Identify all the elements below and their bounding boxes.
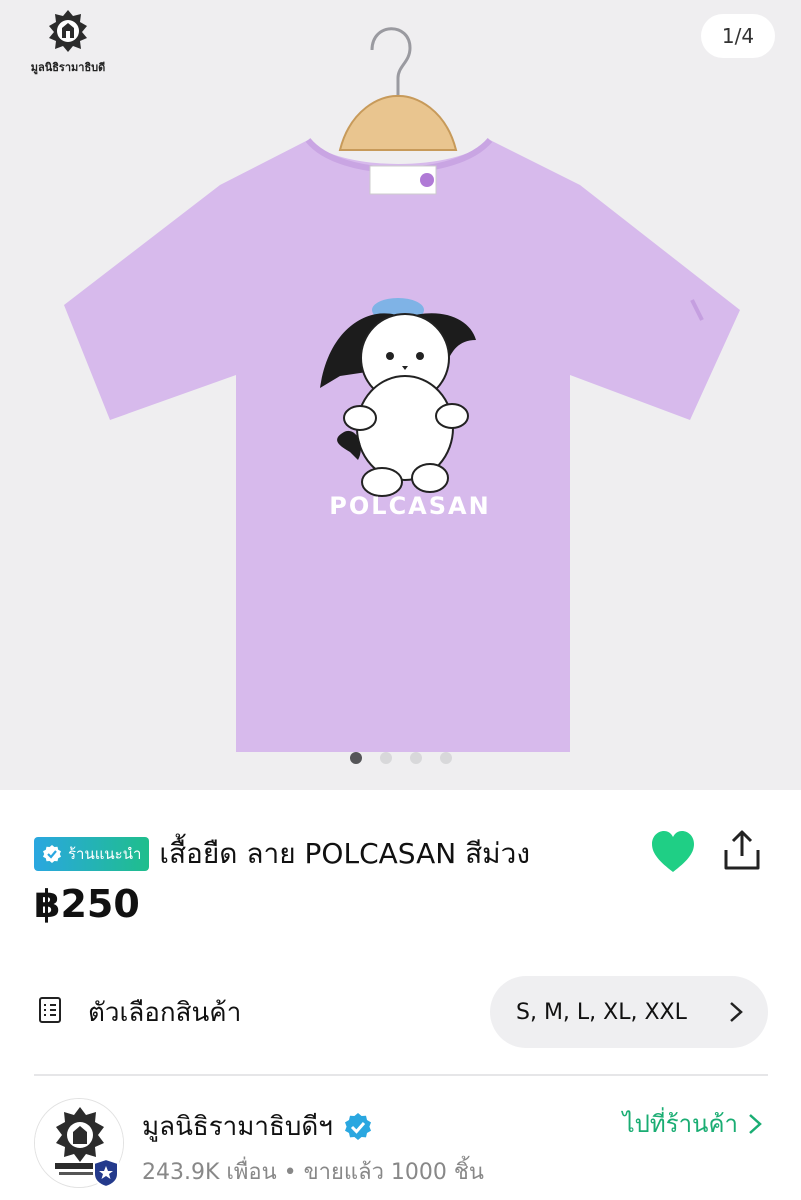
shop-stats: 243.9K เพื่อน • ขายแล้ว 1000 ชิ้น: [142, 1160, 484, 1185]
list-icon: [39, 997, 61, 1023]
options-value: S, M, L, XL, XXL: [516, 999, 687, 1025]
shop-name: มูลนิธิรามาธิบดีฯ: [142, 1112, 333, 1142]
options-selector[interactable]: S, M, L, XL, XXL: [490, 976, 768, 1048]
star-shield-icon: [93, 1158, 119, 1188]
shirt-print-text: POLCASAN: [329, 492, 490, 520]
pagination-dot-4[interactable]: [439, 752, 452, 764]
product-image-gallery[interactable]: POLCASAN มูลนิธิรามาธิบดี 1/4: [0, 0, 801, 790]
product-options-row[interactable]: ตัวเลือกสินค้า S, M, L, XL, XXL: [34, 972, 768, 1048]
image-counter: 1/4: [701, 14, 775, 58]
chevron-right-icon: [749, 1113, 762, 1134]
shop-info-row[interactable]: มูลนิธิรามาธิบดีฯ 243.9K เพื่อน • ขายแล้…: [34, 1092, 768, 1192]
verified-icon: [43, 845, 61, 863]
go-to-shop-link[interactable]: ไปที่ร้านค้า: [623, 1104, 762, 1143]
product-photo: POLCASAN: [64, 27, 740, 752]
pagination-dot-1[interactable]: [349, 752, 362, 764]
chevron-right-icon: [730, 1002, 743, 1022]
verified-icon: [344, 1112, 371, 1140]
foundation-emblem-icon: [49, 10, 87, 52]
badge-label: ร้านแนะนำ: [68, 845, 142, 863]
pagination-dot-2[interactable]: [379, 752, 392, 764]
foundation-brand: มูลนิธิรามาธิบดี: [28, 8, 108, 76]
section-divider: [34, 1074, 768, 1076]
product-title-row: ร้านแนะนำ เสื้อยืด ลาย POLCASAN สีม่วง: [34, 832, 530, 876]
image-pagination[interactable]: [0, 752, 801, 764]
pagination-dot-3[interactable]: [409, 752, 422, 764]
recommended-shop-badge: ร้านแนะนำ: [34, 837, 150, 871]
product-info-panel: ร้านแนะนำ เสื้อยืด ลาย POLCASAN สีม่วง ฿…: [0, 790, 801, 1200]
product-price: ฿250: [34, 882, 140, 926]
options-label: ตัวเลือกสินค้า: [88, 998, 242, 1028]
share-icon[interactable]: [721, 828, 763, 872]
go-to-shop-label: ไปที่ร้านค้า: [622, 1110, 738, 1138]
shop-name-row[interactable]: มูลนิธิรามาธิบดีฯ: [142, 1106, 373, 1147]
brand-name: มูลนิธิรามาธิบดี: [30, 61, 106, 74]
heart-icon[interactable]: [650, 830, 696, 874]
product-title: เสื้อยืด ลาย POLCASAN สีม่วง: [159, 837, 531, 870]
